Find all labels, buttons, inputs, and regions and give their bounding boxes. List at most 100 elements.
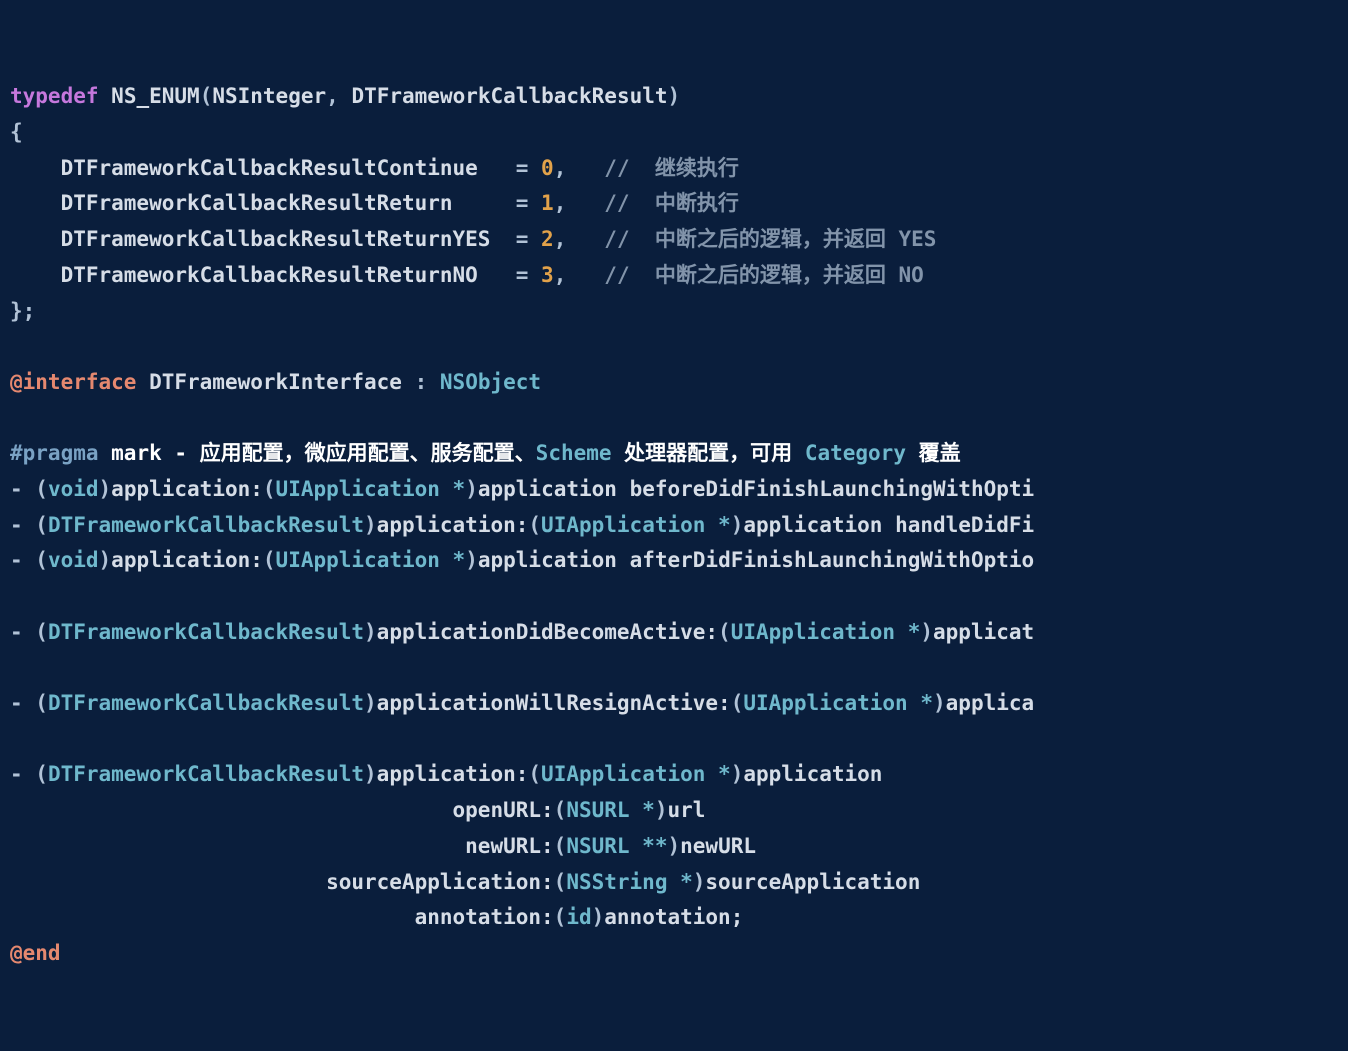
method-prefix: - ( bbox=[10, 548, 48, 572]
paren-close: ) bbox=[364, 691, 377, 715]
paren-open: ( bbox=[554, 798, 567, 822]
selector: sourceApplication: bbox=[326, 870, 554, 894]
type-nsinteger: NSInteger bbox=[212, 84, 326, 108]
paren-close: ) bbox=[933, 691, 946, 715]
param-name: url bbox=[668, 798, 706, 822]
param-name: applica bbox=[946, 691, 1035, 715]
paren-close: ) bbox=[364, 620, 377, 644]
comment-2: // 中断之后的逻辑，并返回 YES bbox=[604, 227, 936, 251]
method-prefix: - ( bbox=[10, 477, 48, 501]
method-prefix: - ( bbox=[10, 762, 48, 786]
selector: application: bbox=[111, 477, 263, 501]
pragma-scheme: Scheme bbox=[536, 441, 612, 465]
eq: = bbox=[516, 156, 541, 180]
eq: = bbox=[516, 263, 541, 287]
comma: , bbox=[554, 263, 567, 287]
paren-open: ( bbox=[528, 762, 541, 786]
selector: application: bbox=[377, 762, 529, 786]
keyword-typedef: typedef bbox=[10, 84, 99, 108]
paren-open: ( bbox=[554, 834, 567, 858]
comma: , bbox=[554, 191, 567, 215]
paren-close: ) bbox=[364, 513, 377, 537]
selector: annotation: bbox=[415, 905, 554, 929]
paren-close: ) bbox=[465, 477, 478, 501]
paren-open: ( bbox=[718, 620, 731, 644]
paren-close: ) bbox=[920, 620, 933, 644]
comment-0: // 继续执行 bbox=[604, 156, 739, 180]
enum-case-3: DTFrameworkCallbackResultReturnNO bbox=[61, 263, 478, 287]
paren-close: ) bbox=[731, 762, 744, 786]
selector: applicationDidBecomeActive: bbox=[377, 620, 718, 644]
paren-close: ) bbox=[465, 548, 478, 572]
comment-3: // 中断之后的逻辑，并返回 NO bbox=[604, 263, 924, 287]
selector-cont: beforeDidFinishLaunchingWithOpti bbox=[630, 477, 1035, 501]
param-type: UIApplication * bbox=[731, 620, 921, 644]
paren-open: ( bbox=[528, 513, 541, 537]
indent bbox=[10, 798, 453, 822]
brace-open: { bbox=[10, 120, 23, 144]
param-name: application bbox=[743, 513, 895, 537]
num-1: 1 bbox=[541, 191, 554, 215]
comma: , bbox=[326, 84, 351, 108]
enum-case-2: DTFrameworkCallbackResultReturnYES bbox=[61, 227, 491, 251]
param-name: sourceApplication bbox=[705, 870, 920, 894]
paren-close: ) bbox=[731, 513, 744, 537]
paren-open: ( bbox=[263, 477, 276, 501]
indent bbox=[10, 905, 415, 929]
paren-open: ( bbox=[554, 870, 567, 894]
enum-name: DTFrameworkCallbackResult bbox=[351, 84, 667, 108]
return-type: DTFrameworkCallbackResult bbox=[48, 762, 364, 786]
comma: , bbox=[554, 156, 567, 180]
paren-open: ( bbox=[200, 84, 213, 108]
selector-cont: afterDidFinishLaunchingWithOptio bbox=[630, 548, 1035, 572]
param-name: application bbox=[478, 548, 630, 572]
selector: openURL: bbox=[453, 798, 554, 822]
return-void: void bbox=[48, 477, 99, 501]
param-name: application bbox=[478, 477, 630, 501]
pragma-mark-text: mark - 应用配置，微应用配置、服务配置、 bbox=[99, 441, 536, 465]
paren-close: ) bbox=[592, 905, 605, 929]
method-prefix: - ( bbox=[10, 513, 48, 537]
comment-1: // 中断执行 bbox=[604, 191, 739, 215]
paren-open: ( bbox=[731, 691, 744, 715]
pragma-text-2: 处理器配置，可用 bbox=[612, 441, 805, 465]
selector: application: bbox=[111, 548, 263, 572]
selector: applicationWillResignActive: bbox=[377, 691, 731, 715]
param-type: id bbox=[566, 905, 591, 929]
return-type: DTFrameworkCallbackResult bbox=[48, 620, 364, 644]
indent bbox=[10, 834, 465, 858]
type-nsobject: NSObject bbox=[440, 370, 541, 394]
method-prefix: - ( bbox=[10, 691, 48, 715]
num-0: 0 bbox=[541, 156, 554, 180]
paren-open: ( bbox=[554, 905, 567, 929]
enum-case-0: DTFrameworkCallbackResultContinue bbox=[61, 156, 478, 180]
interface-name: DTFrameworkInterface bbox=[149, 370, 402, 394]
param-type: NSString * bbox=[566, 870, 692, 894]
paren-close: ) bbox=[655, 798, 668, 822]
brace-close: }; bbox=[10, 299, 35, 323]
return-type: DTFrameworkCallbackResult bbox=[48, 513, 364, 537]
paren-open: ( bbox=[263, 548, 276, 572]
param-type: UIApplication * bbox=[541, 513, 731, 537]
num-2: 2 bbox=[541, 227, 554, 251]
method-prefix: - ( bbox=[10, 620, 48, 644]
paren-close: ) bbox=[99, 477, 112, 501]
param-type: UIApplication * bbox=[276, 477, 466, 501]
pragma-text-3: 覆盖 bbox=[906, 441, 961, 465]
paren-close: ) bbox=[364, 762, 377, 786]
eq: = bbox=[516, 191, 541, 215]
return-void: void bbox=[48, 548, 99, 572]
param-name: annotation; bbox=[604, 905, 743, 929]
param-type: UIApplication * bbox=[541, 762, 731, 786]
param-name: newURL bbox=[680, 834, 756, 858]
pragma-keyword: #pragma bbox=[10, 441, 99, 465]
eq: = bbox=[516, 227, 541, 251]
paren-close: ) bbox=[667, 834, 680, 858]
selector-cont: handleDidFi bbox=[895, 513, 1034, 537]
param-type: UIApplication * bbox=[743, 691, 933, 715]
paren-close: ) bbox=[693, 870, 706, 894]
num-3: 3 bbox=[541, 263, 554, 287]
indent bbox=[10, 870, 326, 894]
nsenum-macro: NS_ENUM bbox=[111, 84, 200, 108]
return-type: DTFrameworkCallbackResult bbox=[48, 691, 364, 715]
